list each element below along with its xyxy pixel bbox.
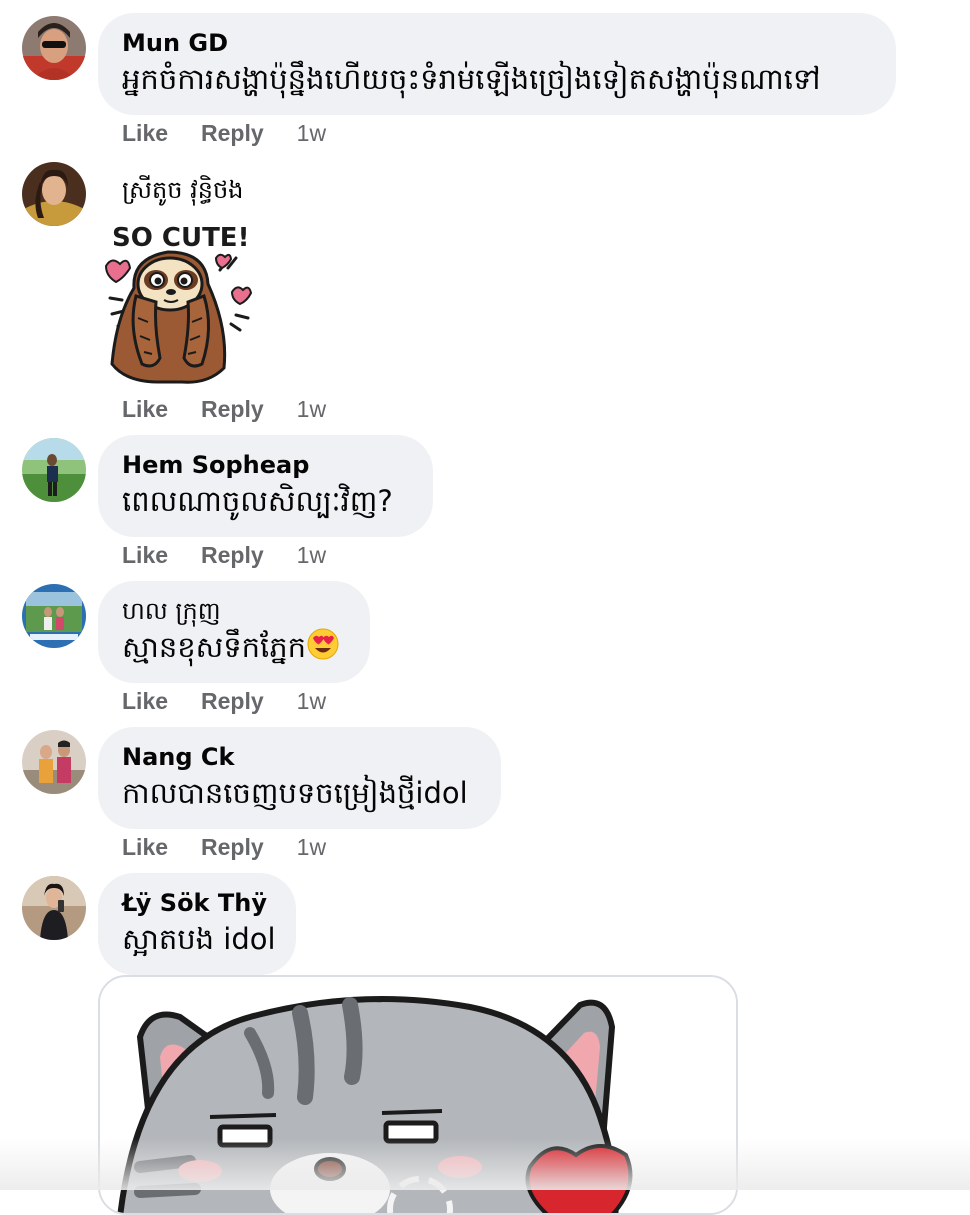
avatar[interactable] — [22, 730, 86, 794]
reply-button[interactable]: Reply — [201, 834, 264, 861]
reply-button[interactable]: Reply — [201, 396, 264, 423]
comment-timestamp[interactable]: 1w — [297, 688, 326, 715]
comment-thread: Mun GD អ្នកចំការសង្ហាប៉ុន្នឹងហើយចុះទំរាម… — [0, 0, 970, 1215]
like-button[interactable]: Like — [122, 542, 168, 569]
comment-author[interactable]: Mun GD — [122, 27, 872, 59]
reply-button[interactable]: Reply — [201, 542, 264, 569]
cat-gif-sticker-icon — [100, 977, 736, 1213]
comment-author[interactable]: ស្រីតូច វុន្ធិថង — [122, 174, 243, 206]
comment-timestamp[interactable]: 1w — [297, 834, 326, 861]
comment-timestamp[interactable]: 1w — [297, 396, 326, 423]
avatar[interactable] — [22, 438, 86, 502]
comment-author[interactable]: Łÿ Sök Thÿ — [122, 887, 272, 919]
comment-text: កាលបានចេញបទចម្រៀងថ្មីidol — [122, 776, 468, 810]
comment-actions: Like Reply 1w — [122, 116, 326, 150]
comment-bubble: Nang Ck កាលបានចេញបទចម្រៀងថ្មីidol — [98, 727, 501, 829]
gif-attachment[interactable] — [98, 975, 738, 1215]
comment-author[interactable]: Hem Sopheap — [122, 449, 409, 481]
sloth-sticker-icon[interactable]: SO CUTE! — [98, 218, 263, 384]
sticker-caption: SO CUTE! — [112, 223, 249, 253]
comment-timestamp[interactable]: 1w — [297, 120, 326, 147]
like-button[interactable]: Like — [122, 120, 168, 147]
comment-bubble: ហល ក្រុញ ស្មានខុសទឹកភ្នែក — [98, 581, 370, 683]
comment-bubble: Łÿ Sök Thÿ ស្អាតបង idol — [98, 873, 296, 975]
comment-actions: Like Reply 1w — [122, 830, 326, 864]
heart-eyes-emoji-icon — [306, 627, 340, 671]
comment-timestamp[interactable]: 1w — [297, 542, 326, 569]
comment-bubble: Hem Sopheap ពេលណាចូលសិល្បៈវិញ? — [98, 435, 433, 537]
comment-text: ស្អាតបង idol — [122, 922, 276, 956]
reply-button[interactable]: Reply — [201, 120, 264, 147]
comment-actions: Like Reply 1w — [122, 684, 326, 718]
comment-text: អ្នកចំការសង្ហាប៉ុន្នឹងហើយចុះទំរាម់ឡើងច្រ… — [122, 62, 821, 96]
avatar[interactable] — [22, 162, 86, 226]
comment-text: ស្មានខុសទឹកភ្នែក — [122, 630, 307, 664]
like-button[interactable]: Like — [122, 834, 168, 861]
avatar[interactable] — [22, 584, 86, 648]
like-button[interactable]: Like — [122, 396, 168, 423]
comment-author[interactable]: Nang Ck — [122, 741, 477, 773]
comment-text-row: ស្មានខុសទឹកភ្នែក — [122, 627, 346, 671]
like-button[interactable]: Like — [122, 688, 168, 715]
reply-button[interactable]: Reply — [201, 688, 264, 715]
comment-text: ពេលណាចូលសិល្បៈវិញ? — [122, 484, 393, 518]
avatar[interactable] — [22, 16, 86, 80]
comment-bubble: Mun GD អ្នកចំការសង្ហាប៉ុន្នឹងហើយចុះទំរាម… — [98, 13, 896, 115]
comment-actions: Like Reply 1w — [122, 538, 326, 572]
comment-actions: Like Reply 1w — [122, 392, 326, 426]
avatar[interactable] — [22, 876, 86, 940]
comment-author[interactable]: ហល ក្រុញ — [122, 595, 346, 627]
